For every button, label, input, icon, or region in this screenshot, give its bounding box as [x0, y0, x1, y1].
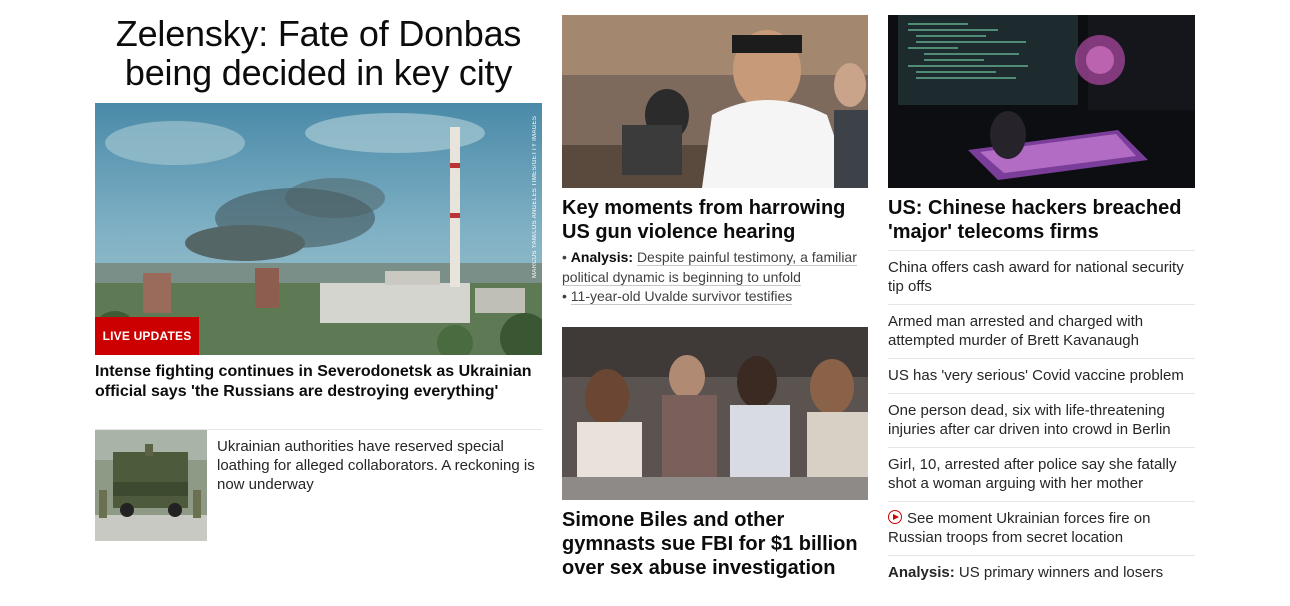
gun-hearing-headline[interactable]: Key moments from harrowing US gun violen…	[562, 196, 862, 244]
play-circle-icon	[888, 510, 902, 524]
thumbnail-military-vehicle[interactable]	[95, 430, 207, 541]
list-item-text: China offers cash award for national sec…	[888, 259, 1184, 295]
list-item-text: Armed man arrested and charged with atte…	[888, 313, 1144, 349]
list-item[interactable]: China offers cash award for national sec…	[888, 250, 1195, 304]
list-item[interactable]: US has 'very serious' Covid vaccine prob…	[888, 358, 1195, 393]
gun-hearing-sublinks: • Analysis: Despite painful testimony, a…	[562, 248, 868, 307]
list-item[interactable]: Armed man arrested and charged with atte…	[888, 304, 1195, 358]
bullet: •	[562, 249, 571, 265]
list-item-text: US primary winners and losers	[958, 564, 1164, 581]
sub-story-text[interactable]: Ukrainian authorities have reserved spec…	[217, 437, 543, 494]
hackers-image[interactable]	[888, 15, 1195, 188]
gymnasts-headline[interactable]: Simone Biles and other gymnasts sue FBI …	[562, 508, 868, 580]
analysis-label: Analysis:	[570, 249, 634, 265]
list-item-text: One person dead, six with life-threateni…	[888, 402, 1171, 438]
live-updates-badge[interactable]: LIVE UPDATES	[95, 317, 199, 355]
list-item-analysis[interactable]: Analysis: US primary winners and losers	[888, 555, 1195, 590]
bullet: •	[562, 288, 571, 304]
gymnasts-image[interactable]	[562, 327, 868, 500]
list-item-text: See moment Ukrainian forces fire on Russ…	[888, 510, 1151, 546]
list-item-video[interactable]: See moment Ukrainian forces fire on Russ…	[888, 501, 1195, 555]
list-item-text: US has 'very serious' Covid vaccine prob…	[888, 367, 1184, 384]
list-item[interactable]: Girl, 10, arrested after police say she …	[888, 447, 1195, 501]
headline-list: China offers cash award for national sec…	[888, 250, 1195, 590]
uvalde-link[interactable]: 11-year-old Uvalde survivor testifies	[570, 288, 793, 305]
list-item[interactable]: One person dead, six with life-threateni…	[888, 393, 1195, 447]
hearing-image[interactable]	[562, 15, 868, 188]
lead-story-headline[interactable]: Intense fighting continues in Severodone…	[95, 362, 535, 402]
photo-credit: MARCUS YAM/LOS ANGELES TIMES/GETTY IMAGE…	[532, 115, 538, 278]
hero-headline[interactable]: Zelensky: Fate of Donbas being decided i…	[95, 14, 542, 92]
analysis-label: Analysis:	[888, 564, 955, 581]
list-item-text: Girl, 10, arrested after police say she …	[888, 456, 1177, 492]
hackers-headline[interactable]: US: Chinese hackers breached 'major' tel…	[888, 196, 1195, 244]
